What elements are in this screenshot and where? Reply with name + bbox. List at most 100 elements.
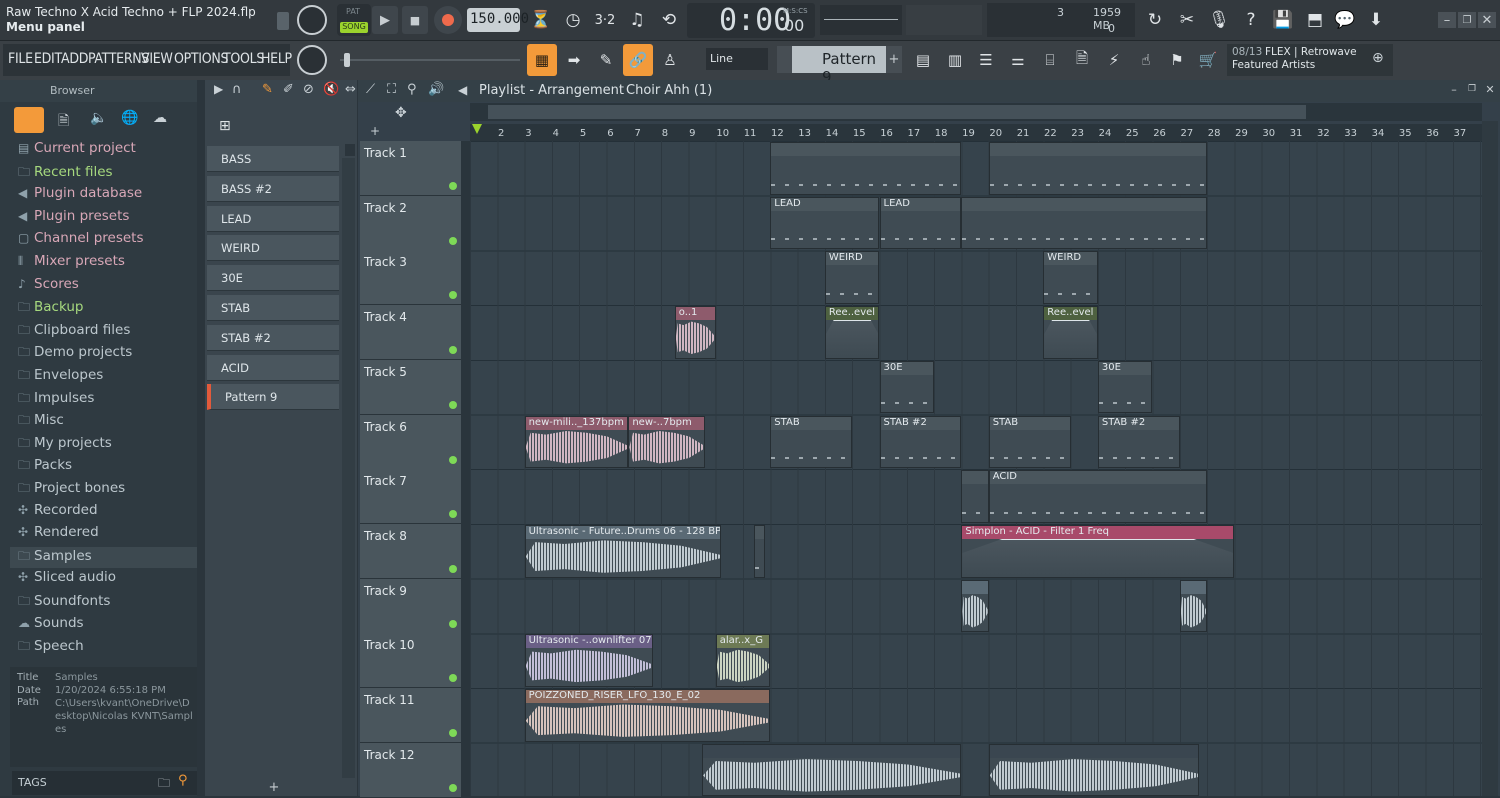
magnet-icon[interactable]: ∩ [232,82,242,97]
piano-roll-icon[interactable]: ▥ [940,44,970,76]
audio-clip[interactable]: new-mili.._137bpm [524,415,629,469]
audio-clip[interactable] [1179,579,1208,633]
pattern-clip[interactable]: LEAD [879,196,962,250]
playlist-restore-icon[interactable]: ❐ [1465,82,1479,96]
playlist-minimize-icon[interactable]: – [1447,82,1461,96]
browser-item[interactable]: ✣ Recorded [18,502,98,518]
search-icon[interactable]: ⚲ [178,773,195,791]
menu-tools[interactable]: TOOLS [223,51,264,67]
add-track-plus[interactable]: + [370,124,380,138]
master-pitch-knob[interactable] [297,45,327,75]
picker-scrollbar[interactable] [342,158,355,778]
undo-icon[interactable]: ↻ [1140,4,1170,36]
folder-icon[interactable]: 🗀 [158,774,170,795]
automation-clip[interactable]: Simplon - ACID - Filter 1 Freq [961,524,1235,578]
track-mute-led[interactable] [449,400,457,409]
browser-item[interactable]: ✣ Rendered [18,524,99,540]
pattern-item[interactable]: BASS #2 [207,175,339,202]
pencil-tool-icon[interactable]: ✎ [591,44,621,76]
link-icon[interactable]: 🔗 [623,44,653,76]
pattern-item[interactable]: Pattern 9 [207,384,339,411]
track-mute-led[interactable] [449,291,457,300]
browser-item[interactable]: 🗀 Samples [10,546,197,568]
pattern-clip[interactable] [961,196,1208,250]
audio-clip[interactable]: alar..x_G [715,634,771,687]
track-mode-icon[interactable]: ✥ [395,105,407,121]
track-header[interactable]: Track 12 [360,742,461,798]
menu-view[interactable]: VIEW [141,51,173,67]
browser-item[interactable]: 🗀 Demo projects [18,343,132,364]
pattern-clip[interactable]: 30E [879,360,935,414]
pattern-clip[interactable]: 30E [1097,360,1153,414]
channel-rack-icon[interactable]: ☰ [971,44,1001,76]
picker-scroll-up[interactable] [345,144,355,156]
menu-edit[interactable]: EDIT [34,51,62,67]
pattern-clip[interactable]: LEAD [770,196,880,250]
track-header[interactable]: Track 4 [360,305,461,361]
audio-clip[interactable]: o..1 [674,306,716,359]
pattern-item[interactable]: ACID [207,354,339,381]
browser-item[interactable]: 🗀 Clipboard files [18,321,130,342]
browser-item[interactable]: ▢ Channel presets [18,230,144,246]
audio-clip[interactable] [702,743,962,797]
mixer-icon[interactable]: ⚌ [1003,44,1033,76]
track-mute-led[interactable] [449,236,457,245]
menu-file[interactable]: FILE [8,51,33,67]
pattern-clip[interactable]: STAB #2 [1097,415,1180,469]
arrangement-overview[interactable] [470,103,1482,121]
pattern-item[interactable]: LEAD [207,205,339,232]
add-track-button[interactable]: + [266,780,282,795]
pattern-clip[interactable] [753,524,765,578]
automation-clip[interactable]: Ree..evel [1043,306,1098,359]
menu-help[interactable]: HELP [261,51,292,67]
overview-view-window[interactable] [488,105,1306,119]
track-mute-led[interactable] [449,346,457,355]
audio-clip[interactable] [961,579,989,633]
audio-clip[interactable] [988,743,1199,797]
pattern-clip[interactable] [770,142,962,195]
browser-item[interactable]: ▤ Current project [18,140,136,156]
menu-patterns[interactable]: PATTERNS [88,51,149,67]
track-header[interactable]: Track 2 [360,195,461,251]
audio-clip[interactable]: POIZZONED_RISER_LFO_130_E_02 [524,689,771,742]
hint-toggle-icon[interactable] [277,12,289,30]
browser-item[interactable]: 🗀 Misc [18,411,64,432]
add-pattern-button[interactable]: + [886,46,902,73]
metronome-icon[interactable]: ⏳ [526,4,556,36]
track-mute-led[interactable] [449,783,457,792]
close-icon[interactable]: ✕ [1478,12,1496,28]
pattern-clip[interactable] [961,470,989,523]
browser-item[interactable]: ♪ Scores [18,276,79,292]
playback-tool-icon[interactable]: 🔊 [428,82,444,97]
pattern-selector[interactable]: Pattern 9 [792,46,886,86]
browser-cloud-icon[interactable]: ☁ [153,110,167,126]
track-header[interactable]: Track 1 [360,141,461,196]
pitch-slider[interactable] [340,53,520,67]
timeline-ruler[interactable] [470,124,1482,141]
cart-icon[interactable]: 🛒 [1193,44,1223,76]
pattern-item[interactable]: WEIRD [207,235,339,262]
select-tool-icon[interactable]: ⛶ [387,82,396,97]
pattern-item[interactable]: BASS [207,146,339,172]
browser-item[interactable]: ◀ Plugin presets [18,208,129,224]
audio-clip[interactable]: Ultrasonic - Future..Drums 06 - 128 BPM [524,524,722,578]
browser-item[interactable]: ◀ Plugin database [18,185,142,201]
browser-item[interactable]: 🗀 Recent files [18,163,113,184]
touch-icon[interactable]: ☝ [1131,44,1161,76]
browser-item[interactable]: 🗀 Backup [18,298,84,319]
track-header[interactable]: Track 10 [360,633,461,689]
track-mute-led[interactable] [449,674,457,683]
browser-item[interactable]: 🗀 My projects [18,434,112,455]
playlist-view-icon[interactable]: ▤ [908,44,938,76]
wait-for-input-icon[interactable]: ◷ [558,4,588,36]
tempo-display[interactable]: 150.000 [467,8,529,32]
browser-icon[interactable]: ⌸ [1035,44,1065,76]
step-forward-icon[interactable]: ➡ [559,44,589,76]
time-display[interactable]: 0:00 M:S:CS 00 [687,3,815,38]
track-mute-led[interactable] [449,619,457,628]
browser-item[interactable]: ✣ Sliced audio [18,569,116,585]
pattern-clip[interactable]: WEIRD [824,251,880,305]
cut-icon[interactable]: ✂ [1172,4,1202,36]
track-mute-led[interactable] [449,510,457,519]
browser-speaker-icon[interactable]: 🔈 [90,110,107,126]
